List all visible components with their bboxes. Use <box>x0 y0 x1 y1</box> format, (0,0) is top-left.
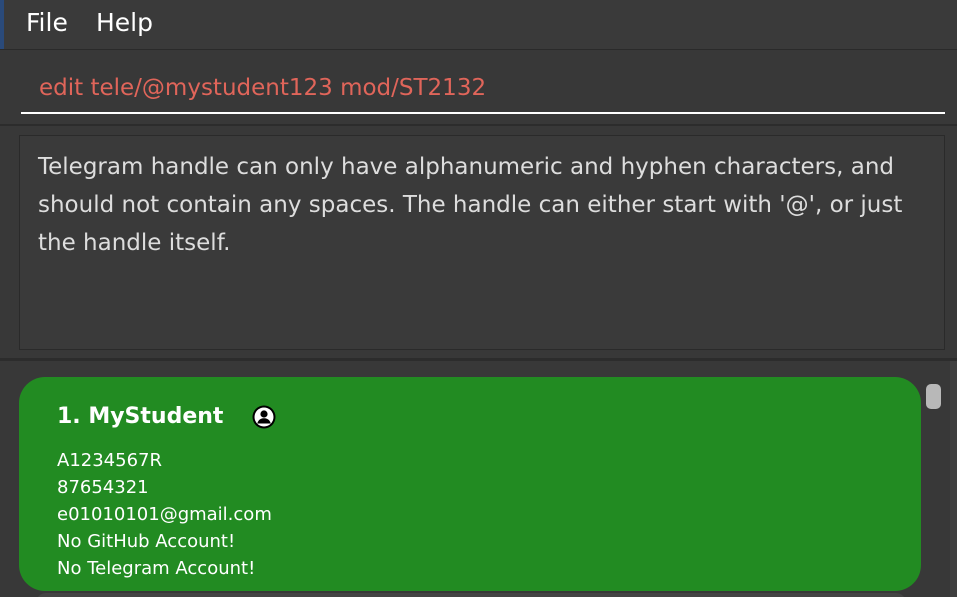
person-telegram: No Telegram Account! <box>57 558 256 579</box>
person-phone: 87654321 <box>57 477 149 498</box>
menu-file[interactable]: File <box>26 8 68 38</box>
app-window: File Help Telegram handle can only have … <box>0 0 957 597</box>
menu-bar: File Help <box>0 0 957 50</box>
user-avatar-icon <box>252 405 276 429</box>
person-github: No GitHub Account! <box>57 531 236 552</box>
command-box-panel <box>0 50 957 126</box>
person-name: 1. MyStudent <box>57 404 224 429</box>
result-message: Telegram handle can only have alphanumer… <box>19 135 945 350</box>
window-edge <box>0 0 4 49</box>
command-input[interactable] <box>21 64 945 114</box>
person-list-panel: 1. MyStudent A1234567R 87654321 e0101010… <box>0 361 957 597</box>
scrollbar-thumb[interactable] <box>926 384 941 409</box>
menu-help[interactable]: Help <box>96 8 153 38</box>
person-email: e01010101@gmail.com <box>57 504 272 525</box>
result-display-panel: Telegram handle can only have alphanumer… <box>0 126 957 361</box>
person-card[interactable]: 1. MyStudent A1234567R 87654321 e0101010… <box>19 377 921 591</box>
person-student-id: A1234567R <box>57 450 162 471</box>
next-person-card[interactable] <box>36 593 906 597</box>
scrollbar-track <box>950 361 957 597</box>
